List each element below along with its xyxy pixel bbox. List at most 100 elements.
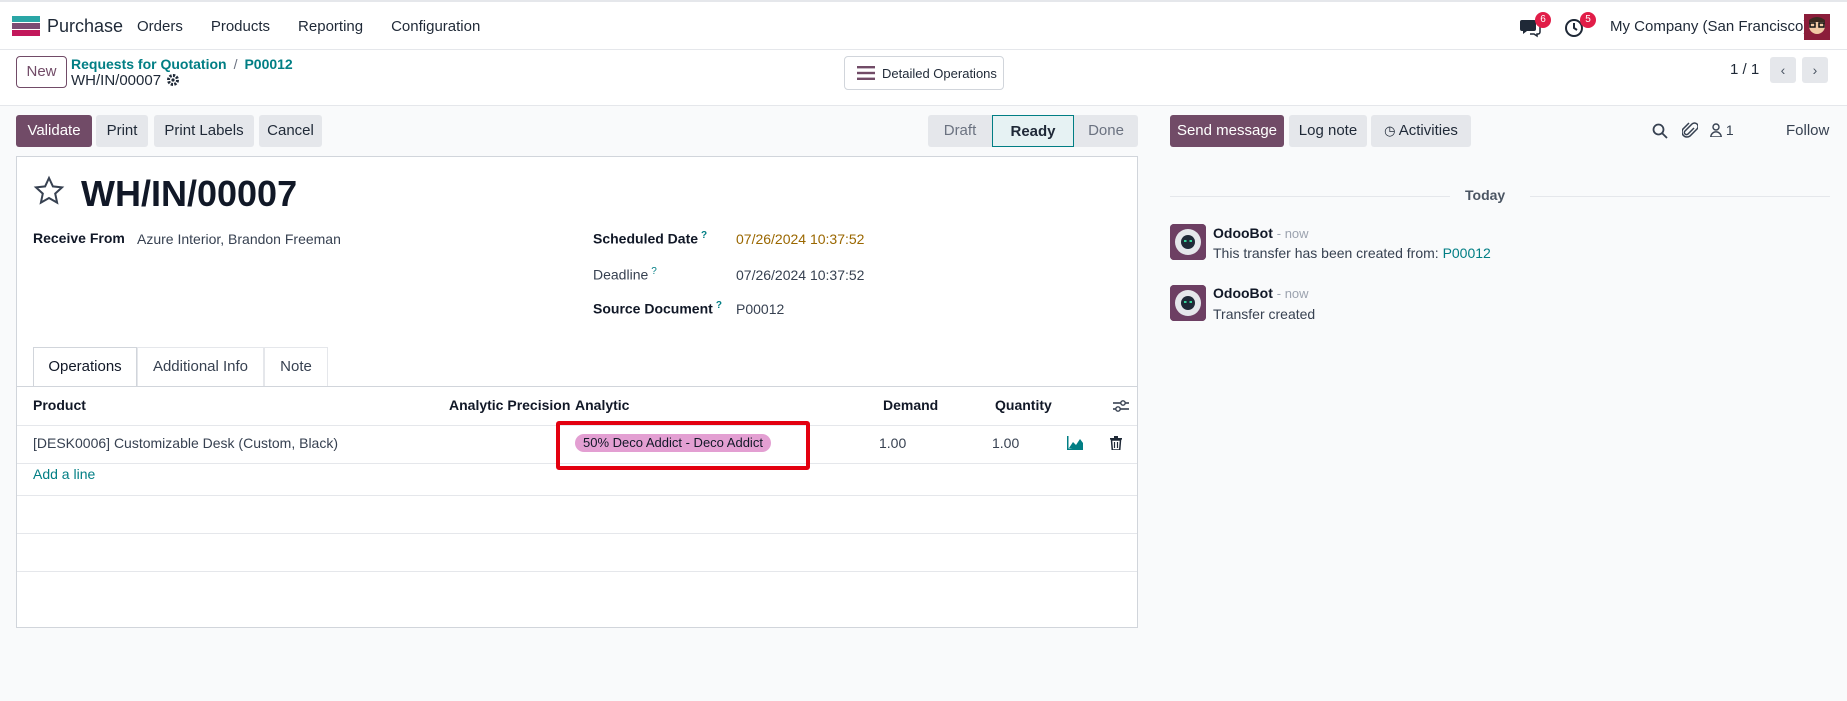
row-divider [17,571,1137,572]
scheduled-date-label: Scheduled Date? [593,230,707,247]
source-document-value[interactable]: P00012 [736,301,784,317]
breadcrumb: Requests for Quotation / P00012 [71,56,293,72]
tab-note[interactable]: Note [264,347,328,387]
forecast-chart-icon[interactable] [1067,436,1083,450]
new-button[interactable]: New [16,56,67,88]
status-draft[interactable]: Draft [928,115,992,147]
scheduled-date-label-text: Scheduled Date [593,230,699,247]
status-ready[interactable]: Ready [992,115,1074,147]
scheduled-date-value[interactable]: 07/26/2024 10:37:52 [736,231,864,247]
robot-icon [1170,224,1206,260]
add-line-link[interactable]: Add a line [33,466,95,482]
record-title: WH/IN/00007 [81,173,298,214]
activities-chatter-button[interactable]: ◷ Activities [1371,115,1471,147]
chevron-right-icon: › [1812,62,1818,78]
company-switcher[interactable]: My Company (San Francisco) [1610,18,1808,35]
activities-count-badge: 5 [1580,12,1596,28]
breadcrumb-po[interactable]: P00012 [244,56,292,72]
deadline-label: Deadline? [593,266,657,283]
message-link-po[interactable]: P00012 [1443,245,1491,261]
row-quantity[interactable]: 1.00 [992,435,1019,451]
scheduled-date-help[interactable]: ? [701,230,707,241]
message-author: OdooBot - now [1213,285,1309,301]
col-analytic-precision[interactable]: Analytic Precision [449,397,570,413]
highlight-box [556,421,810,470]
tab-additional-info[interactable]: Additional Info [137,347,264,387]
row-demand[interactable]: 1.00 [879,435,906,451]
breadcrumb-current: WH/IN/00007 [71,72,162,89]
tabs-divider [17,386,1137,387]
message-text: This transfer has been created from: [1213,245,1443,261]
message-body: This transfer has been created from: P00… [1213,245,1491,261]
col-analytic[interactable]: Analytic [575,397,629,413]
tab-operations[interactable]: Operations [33,347,137,387]
send-message-button[interactable]: Send message [1170,115,1284,147]
col-product[interactable]: Product [33,397,86,413]
col-demand[interactable]: Demand [883,397,938,413]
form-sheet: WH/IN/00007 Receive From Azure Interior,… [16,156,1138,628]
log-note-button[interactable]: Log note [1289,115,1367,147]
breadcrumb-separator: / [233,56,238,72]
menu-reporting[interactable]: Reporting [298,18,363,35]
menu-orders[interactable]: Orders [137,18,183,35]
top-navbar: Purchase Orders Products Reporting Confi… [0,0,1847,50]
user-icon [1710,123,1722,138]
print-button[interactable]: Print [96,115,148,147]
activities-button[interactable]: 5 [1564,12,1596,38]
message-time: - now [1276,286,1309,301]
status-done[interactable]: Done [1074,115,1138,147]
pager-next-button[interactable]: › [1802,57,1828,83]
cancel-button[interactable]: Cancel [259,115,322,147]
column-settings-icon[interactable] [1113,399,1129,413]
clock-small-icon: ◷ [1384,123,1396,138]
source-document-help[interactable]: ? [716,300,722,311]
robot-icon [1170,285,1206,321]
deadline-label-text: Deadline [593,266,649,283]
chevron-left-icon: ‹ [1780,62,1786,78]
paperclip-icon[interactable] [1682,122,1698,140]
odoobot-avatar[interactable] [1170,224,1206,260]
today-divider-left [1170,196,1450,197]
gear-icon[interactable] [166,73,180,87]
validate-button[interactable]: Validate [16,115,92,147]
breadcrumb-rfq[interactable]: Requests for Quotation [71,56,227,72]
pager-prev-button[interactable]: ‹ [1770,57,1796,83]
deadline-value[interactable]: 07/26/2024 10:37:52 [736,267,864,283]
followers-count: 1 [1725,122,1734,138]
trash-icon[interactable] [1110,436,1122,450]
app-name[interactable]: Purchase [47,16,123,37]
followers-button[interactable]: 1 [1710,122,1734,140]
hamburger-icon [857,66,875,80]
star-icon[interactable] [33,175,65,207]
purchase-app-icon[interactable] [12,16,40,36]
row-divider [17,533,1137,534]
message-author-name[interactable]: OdooBot [1213,285,1273,301]
pager-value[interactable]: 1 / 1 [1730,61,1759,78]
col-quantity[interactable]: Quantity [995,397,1052,413]
user-avatar[interactable] [1804,14,1830,40]
message-author: OdooBot - now [1213,225,1309,241]
main-menu: Orders Products Reporting Configuration [137,18,508,35]
row-product[interactable]: [DESK0006] Customizable Desk (Custom, Bl… [33,435,338,451]
message-author-name[interactable]: OdooBot [1213,225,1273,241]
today-divider-right [1530,196,1830,197]
source-document-label: Source Document? [593,300,722,317]
receive-from-label: Receive From [33,230,125,246]
user-avatar-image-icon [1804,14,1830,40]
menu-products[interactable]: Products [211,18,270,35]
source-document-label-text: Source Document [593,300,713,317]
detailed-operations-label: Detailed Operations [882,66,997,81]
follow-button[interactable]: Follow [1786,122,1829,139]
search-icon[interactable] [1652,123,1668,139]
receive-from-value[interactable]: Azure Interior, Brandon Freeman [137,231,341,247]
menu-configuration[interactable]: Configuration [391,18,480,35]
today-separator: Today [1465,187,1506,203]
messages-count-badge: 6 [1535,12,1551,28]
messages-button[interactable]: 6 [1519,12,1551,38]
print-labels-button[interactable]: Print Labels [154,115,254,147]
deadline-help[interactable]: ? [651,266,657,277]
odoobot-avatar[interactable] [1170,285,1206,321]
row-divider [17,495,1137,496]
activities-chatter-label: Activities [1398,122,1458,139]
detailed-operations-button[interactable]: Detailed Operations [844,56,1004,90]
